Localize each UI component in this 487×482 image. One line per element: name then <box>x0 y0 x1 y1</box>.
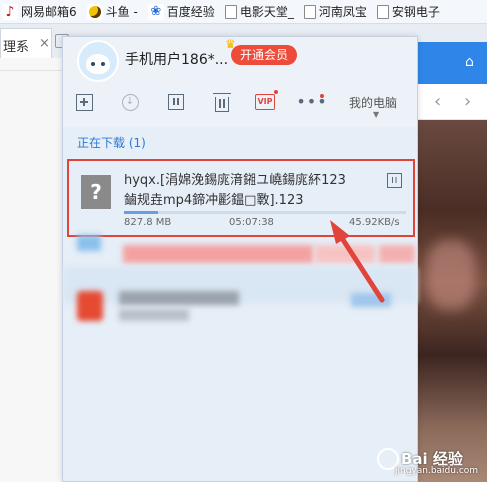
annotation-highlight-box <box>67 159 415 237</box>
page-background-left <box>0 58 62 482</box>
trash-icon <box>213 92 231 112</box>
back-arrow-icon[interactable]: ‹ <box>434 91 441 112</box>
my-computer-dropdown[interactable]: 我的电脑 <box>349 94 397 111</box>
more-button[interactable]: ••• <box>296 91 326 113</box>
more-icon: ••• <box>296 92 328 111</box>
divider <box>0 70 62 71</box>
close-icon[interactable]: × <box>39 36 50 51</box>
bookmark-label: 斗鱼 - <box>105 5 138 19</box>
downloading-section-label[interactable]: 正在下载 (1) <box>77 134 146 151</box>
avatar[interactable] <box>77 40 119 82</box>
open-vip-button[interactable]: 开通会员 <box>231 45 298 65</box>
download-manager-panel: 手机用户186*... ♛ 开通会员 ↓ VIP ••• 我的电脑 ▼ 正在下载… <box>62 36 418 482</box>
douyu-fish-icon <box>86 3 103 20</box>
pause-icon <box>168 94 184 110</box>
page-header-bar <box>418 42 487 84</box>
bookmark-label: 电影天堂_ <box>239 5 294 19</box>
vip-icon: VIP <box>255 94 275 110</box>
notification-dot <box>320 94 324 98</box>
bookmark-label: 百度经验 <box>166 5 215 19</box>
home-icon[interactable]: ⌂ <box>465 54 474 70</box>
baidu-jingyan-watermark: Bai 经验 jingyan.baidu.com <box>373 442 487 478</box>
mail-icon: ♪ <box>2 3 18 20</box>
blurred-content <box>123 245 313 263</box>
blurred-content <box>77 235 101 251</box>
bookmark-baidu-jingyan[interactable]: ❀ 百度经验 <box>146 0 223 23</box>
bookmark-dytt[interactable]: 电影天堂_ <box>223 0 302 23</box>
blurred-content <box>379 245 415 263</box>
document-icon <box>224 4 237 19</box>
forward-arrow-icon[interactable]: › <box>464 91 471 112</box>
document-icon <box>303 4 316 19</box>
download-arrow-icon: ↓ <box>121 93 139 111</box>
browser-tab[interactable]: 理系 × <box>0 28 52 58</box>
watermark-url: jingyan.baidu.com <box>395 466 479 476</box>
blurred-content <box>119 309 189 321</box>
start-download-button[interactable]: ↓ <box>119 91 141 113</box>
bookmark-henan-fengbao[interactable]: 河南凤宝 <box>302 0 375 23</box>
blurred-content <box>77 291 103 321</box>
baidu-paw-icon: ❀ <box>147 3 164 20</box>
tab-label: 理系 <box>3 40 30 55</box>
bookmark-netease-mail[interactable]: ♪ 网易邮箱6 <box>0 0 85 23</box>
blurred-content <box>351 293 391 307</box>
add-icon <box>75 93 93 111</box>
blurred-content <box>315 245 375 263</box>
bookmark-label: 安钢电子 <box>391 5 440 19</box>
bookmark-label: 河南凤宝 <box>318 5 367 19</box>
username[interactable]: 手机用户186*... <box>125 49 228 69</box>
add-task-button[interactable] <box>73 91 95 113</box>
page-photo <box>418 120 487 482</box>
bookmark-douyu[interactable]: 斗鱼 - <box>85 0 146 23</box>
document-icon <box>376 4 389 19</box>
delete-button[interactable] <box>211 91 233 113</box>
blurred-content <box>119 291 239 305</box>
bookmarks-bar: ♪ 网易邮箱6 斗鱼 - ❀ 百度经验 电影天堂_ 河南凤宝 安钢电子 <box>0 0 487 24</box>
bookmark-angang[interactable]: 安钢电子 <box>375 0 448 23</box>
page-nav-bar <box>418 84 487 120</box>
notification-dot <box>274 90 278 94</box>
pause-all-button[interactable] <box>165 91 187 113</box>
chevron-down-icon[interactable]: ▼ <box>373 110 379 119</box>
vip-button[interactable]: VIP <box>254 90 278 113</box>
bookmark-label: 网易邮箱6 <box>21 5 77 19</box>
